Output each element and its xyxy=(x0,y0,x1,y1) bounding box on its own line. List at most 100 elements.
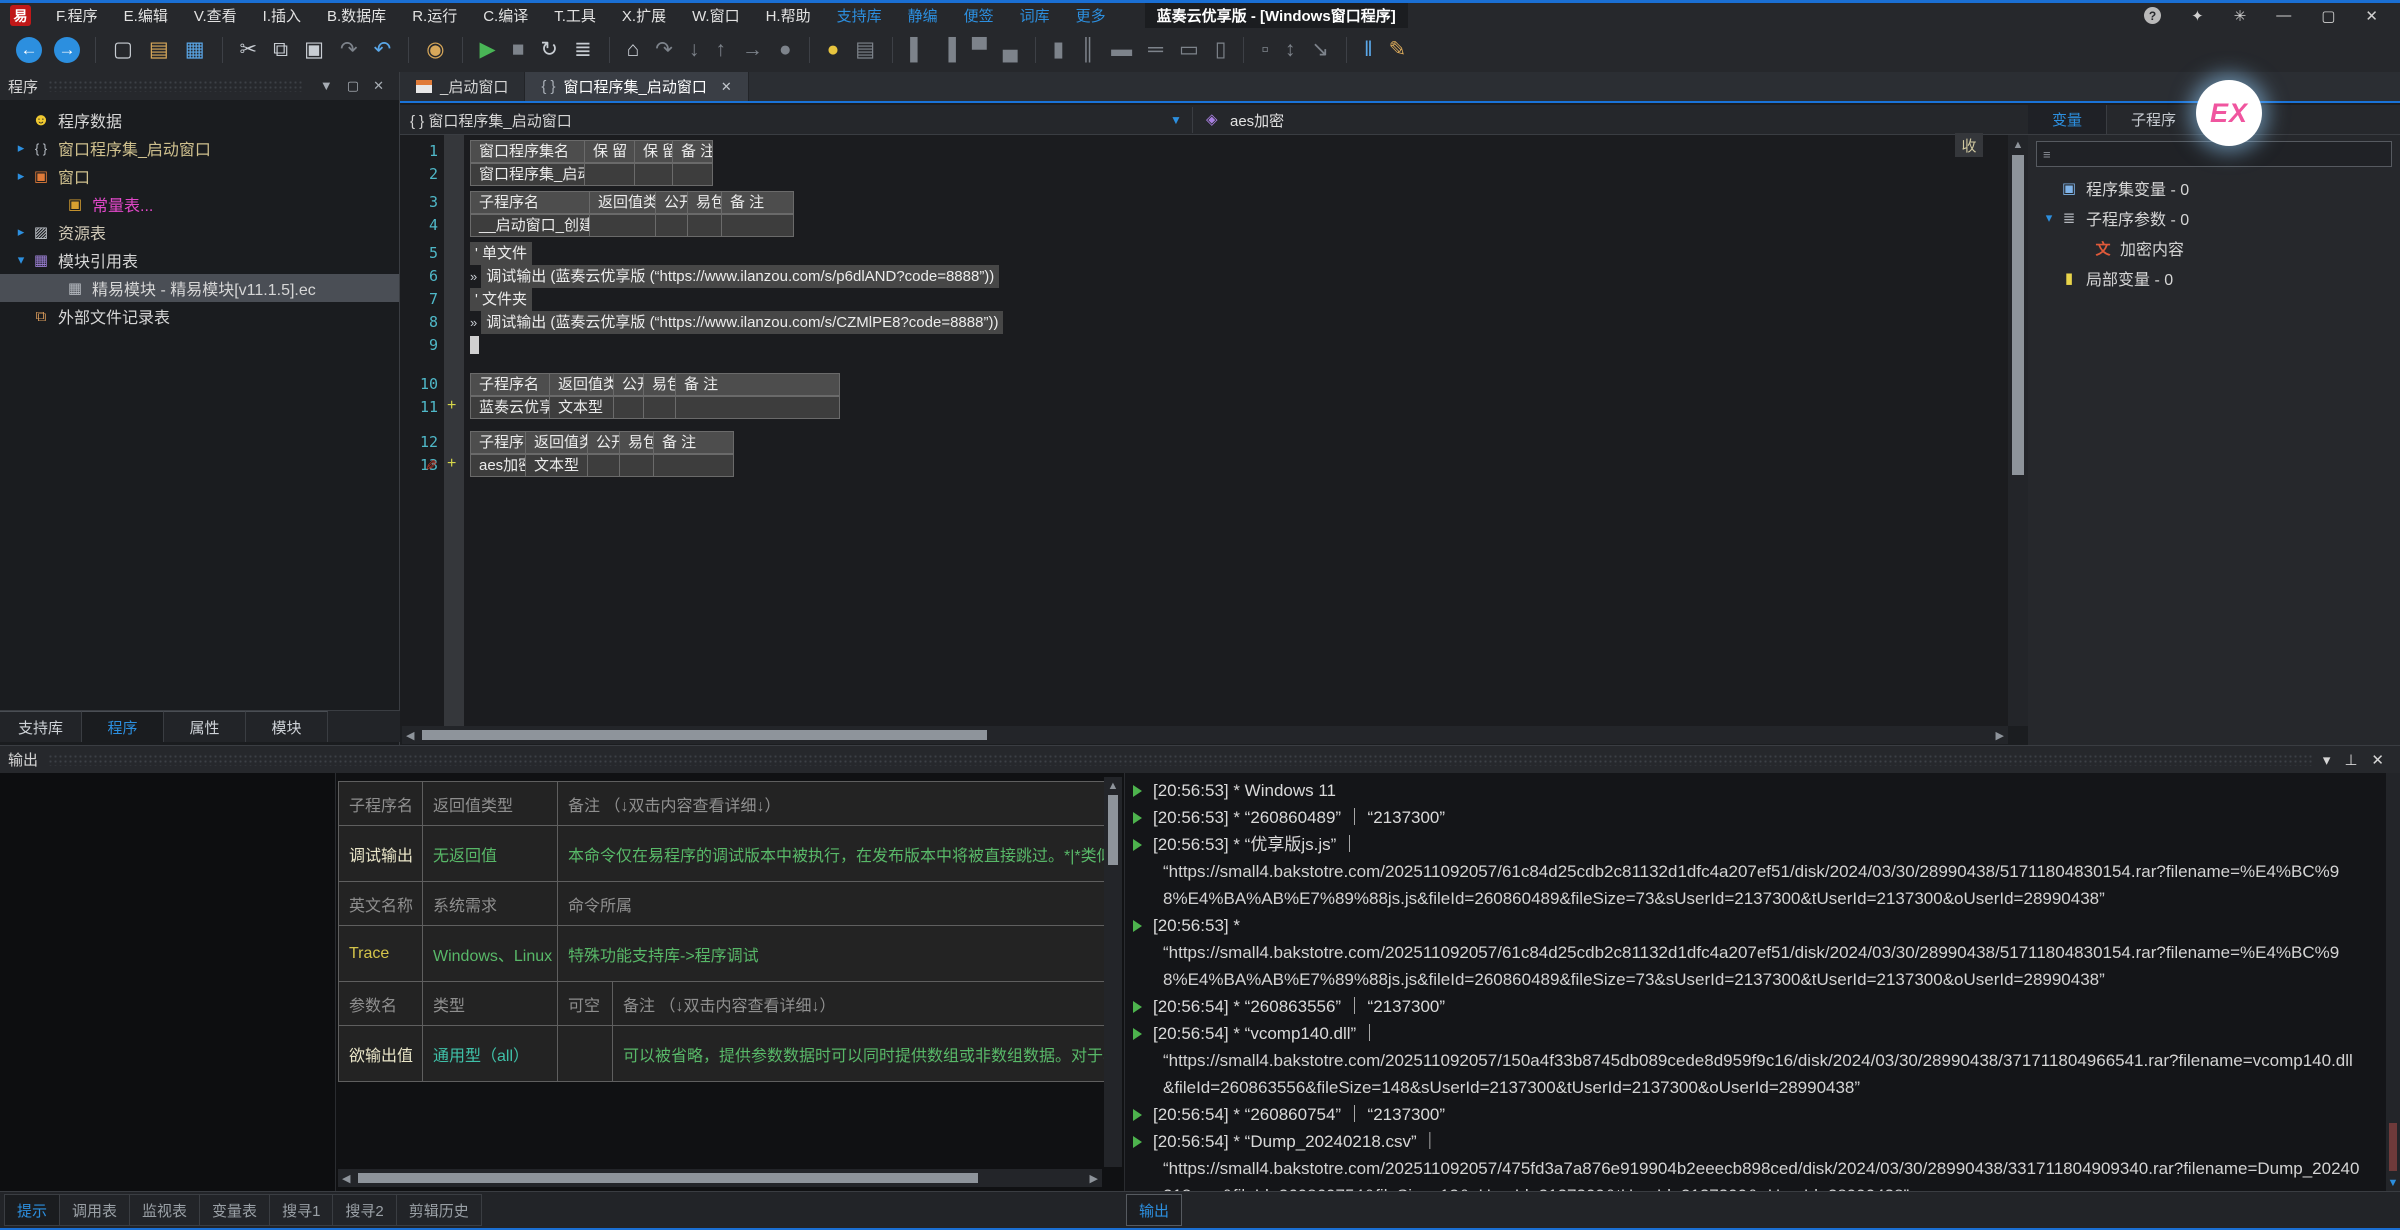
menu-item-支持库[interactable]: 支持库 xyxy=(824,5,895,26)
tab-调用表[interactable]: 调用表 xyxy=(60,1194,130,1226)
variable-search-input[interactable] xyxy=(2057,145,2385,163)
doc-cell[interactable]: 可空 xyxy=(558,982,613,1026)
debug-log[interactable]: [20:56:53] * Windows 11[20:56:53] * “260… xyxy=(1124,773,2386,1191)
log-url[interactable]: “https://small4.bakstotre.com/2025110920… xyxy=(1125,1047,2386,1101)
doc-cell[interactable]: 特殊功能支持库->程序调试 xyxy=(558,926,1105,982)
menu-item-H.帮助[interactable]: H.帮助 xyxy=(753,5,824,26)
cut-icon[interactable]: ✂ xyxy=(232,37,266,63)
run-to-cursor-icon[interactable]: → xyxy=(734,37,771,63)
log-url[interactable]: “https://small4.bakstotre.com/2025110920… xyxy=(1125,858,2386,912)
doc-cell[interactable]: 本命令仅在易程序的调试版本中被执行，在发布版本中将被直接跳过。*|*类似于易 xyxy=(558,826,1105,882)
tab-搜寻1[interactable]: 搜寻1 xyxy=(270,1194,333,1226)
toggle-breakpoint-icon[interactable]: ● xyxy=(771,37,800,63)
save-icon[interactable]: ▦ xyxy=(177,37,213,63)
scroll-left-icon[interactable]: ◀ xyxy=(406,729,414,742)
undo-icon[interactable]: ↶ xyxy=(366,37,400,63)
editor-vertical-scrollbar[interactable]: ▲ xyxy=(2008,135,2028,726)
tab-提示[interactable]: 提示 xyxy=(4,1194,60,1226)
same-width-icon[interactable]: ▭ xyxy=(1171,37,1207,63)
same-height-icon[interactable]: ▯ xyxy=(1207,37,1235,63)
editor-horizontal-scrollbar[interactable]: ◀ ▶ xyxy=(402,726,2008,744)
align-top-icon[interactable]: ▀ xyxy=(964,37,995,63)
menu-item-I.插入[interactable]: I.插入 xyxy=(250,5,314,26)
log-entry[interactable]: [20:56:54] * “vcomp140.dll” ｜ xyxy=(1125,1020,2386,1047)
nav-back-icon[interactable]: ← xyxy=(16,37,42,63)
align-left-icon[interactable]: ▌ xyxy=(902,37,933,63)
copy-icon[interactable]: ⧉ xyxy=(265,37,296,63)
minimize-icon[interactable]: — xyxy=(2276,7,2291,24)
code-line-8[interactable]: 8»调试输出 (蓝奏云优享版 (“https://www.ilanzou.com… xyxy=(400,311,2008,334)
hint-bulb-icon[interactable]: ● xyxy=(819,37,848,63)
chevron-icon[interactable]: ▸ xyxy=(12,224,30,240)
settings-icon[interactable]: ✳ xyxy=(2234,7,2247,25)
doc-cell[interactable]: 备注 （↓双击内容查看详细↓） xyxy=(613,982,1105,1026)
memo-icon[interactable]: ▤ xyxy=(847,37,883,63)
paste-icon[interactable]: ▣ xyxy=(296,37,332,63)
options-icon[interactable]: ‖ xyxy=(1356,37,1381,63)
center-horizontal-icon[interactable]: ▮ xyxy=(1045,37,1073,63)
doc-cell[interactable]: 子程序名 xyxy=(339,782,423,826)
nav-forward-icon[interactable]: → xyxy=(54,37,80,63)
log-entry[interactable]: [20:56:54] * “Dump_20240218.csv” ｜ xyxy=(1125,1128,2386,1155)
tree-item-常量表...[interactable]: 常量表... xyxy=(0,190,399,218)
doc-scroll-up-icon[interactable]: ▲ xyxy=(1104,780,1122,792)
code-line-2[interactable]: 2窗口程序集_启动窗口 xyxy=(400,163,2008,186)
doc-scroll-left-icon[interactable]: ◀ xyxy=(342,1172,350,1185)
style-brush-icon[interactable]: ✎ xyxy=(1381,37,1415,63)
close-icon[interactable]: ✕ xyxy=(2365,7,2378,25)
chevron-icon[interactable]: ▸ xyxy=(12,140,30,156)
code-line-7[interactable]: 7' 文件夹 xyxy=(400,288,2008,311)
tree-item-精易模块 - 精易模块[v11.1.5].ec[interactable]: 精易模块 - 精易模块[v11.1.5].ec xyxy=(0,274,399,302)
log-entry[interactable]: [20:56:53] * “优享版js.js” ｜ xyxy=(1125,831,2386,858)
expand-plus-icon[interactable]: + xyxy=(447,397,456,415)
code-line-13[interactable]: 13✎+aes加密文本型 xyxy=(400,454,2008,477)
doc-cell[interactable]: 命令所属 xyxy=(558,882,1105,926)
open-file-icon[interactable]: ▤ xyxy=(141,37,177,63)
fit-size-icon[interactable]: ↘ xyxy=(1303,37,1337,63)
tree-item-局部变量 - 0[interactable]: 局部变量 - 0 xyxy=(2028,263,2400,293)
log-scroll-down-icon[interactable]: ▼ xyxy=(2386,1177,2400,1189)
chevron-icon[interactable]: ▾ xyxy=(12,252,30,268)
chevron-icon[interactable]: ▸ xyxy=(12,168,30,184)
editor-vscroll-thumb[interactable] xyxy=(2012,155,2024,475)
menu-item-便签[interactable]: 便签 xyxy=(951,5,1007,26)
tab-支持库[interactable]: 支持库 xyxy=(0,711,82,742)
tree-item-窗口[interactable]: ▸窗口 xyxy=(0,162,399,190)
tab-属性[interactable]: 属性 xyxy=(164,711,246,742)
redo-icon[interactable]: ↷ xyxy=(332,37,366,63)
space-horizontal-icon[interactable]: ║ xyxy=(1072,37,1103,63)
tree-item-资源表[interactable]: ▸资源表 xyxy=(0,218,399,246)
doc-vertical-scrollbar[interactable]: ▲ xyxy=(1104,777,1122,1167)
doc-cell[interactable]: Trace xyxy=(339,926,423,982)
menu-item-B.数据库[interactable]: B.数据库 xyxy=(314,5,399,26)
code-line-1[interactable]: 1窗口程序集名保 留保 留备 注 xyxy=(400,140,2008,163)
tab-监视表[interactable]: 监视表 xyxy=(130,1194,200,1226)
doc-horizontal-scrollbar[interactable]: ◀ ▶ xyxy=(338,1169,1102,1187)
log-url[interactable]: “https://small4.bakstotre.com/2025110920… xyxy=(1125,1155,2386,1191)
maximize-icon[interactable]: ▢ xyxy=(2321,7,2335,25)
tab-output[interactable]: 输出 xyxy=(1126,1194,1182,1226)
code-line-5[interactable]: 5' 单文件 xyxy=(400,242,2008,265)
doc-cell[interactable]: 通用型（all） xyxy=(423,1026,558,1082)
breadcrumb-dropdown-icon[interactable]: ▼ xyxy=(1170,113,1182,127)
help-icon[interactable]: ? xyxy=(2144,7,2161,24)
subroutine-selector[interactable]: aes加密 xyxy=(1230,110,1284,131)
menu-item-R.运行[interactable]: R.运行 xyxy=(399,5,470,26)
output-close-icon[interactable]: ✕ xyxy=(2371,751,2384,769)
size-to-grid-icon[interactable]: ▫ xyxy=(1253,37,1276,63)
stop-icon[interactable]: ■ xyxy=(504,37,533,63)
step-over-icon[interactable]: ↷ xyxy=(647,37,681,63)
scroll-up-icon[interactable]: ▲ xyxy=(2008,139,2028,151)
code-line-6[interactable]: 6»调试输出 (蓝奏云优享版 (“https://www.ilanzou.com… xyxy=(400,265,2008,288)
menu-item-V.查看[interactable]: V.查看 xyxy=(181,5,250,26)
log-entry[interactable]: [20:56:54] * “260860754” ｜ “2137300” xyxy=(1125,1101,2386,1128)
doc-cell[interactable]: 可以被省略，提供参数数据时可以同时提供数组或非数组数据。对于非“ xyxy=(613,1026,1105,1082)
menu-item-X.扩展[interactable]: X.扩展 xyxy=(609,5,679,26)
tab-变量表[interactable]: 变量表 xyxy=(200,1194,270,1226)
tab-变量[interactable]: 变量 xyxy=(2028,105,2107,134)
code-editor[interactable]: 1窗口程序集名保 留保 留备 注2窗口程序集_启动窗口3子程序名返回值类型公开易… xyxy=(400,135,2008,726)
code-line-10[interactable]: 10子程序名返回值类型公开易包备 注 xyxy=(400,373,2008,396)
breadcrumb[interactable]: { } 窗口程序集_启动窗口 xyxy=(410,110,572,131)
tab-close-icon[interactable]: ✕ xyxy=(721,79,732,95)
code-line-11[interactable]: 11+蓝奏云优享版文本型 xyxy=(400,396,2008,419)
